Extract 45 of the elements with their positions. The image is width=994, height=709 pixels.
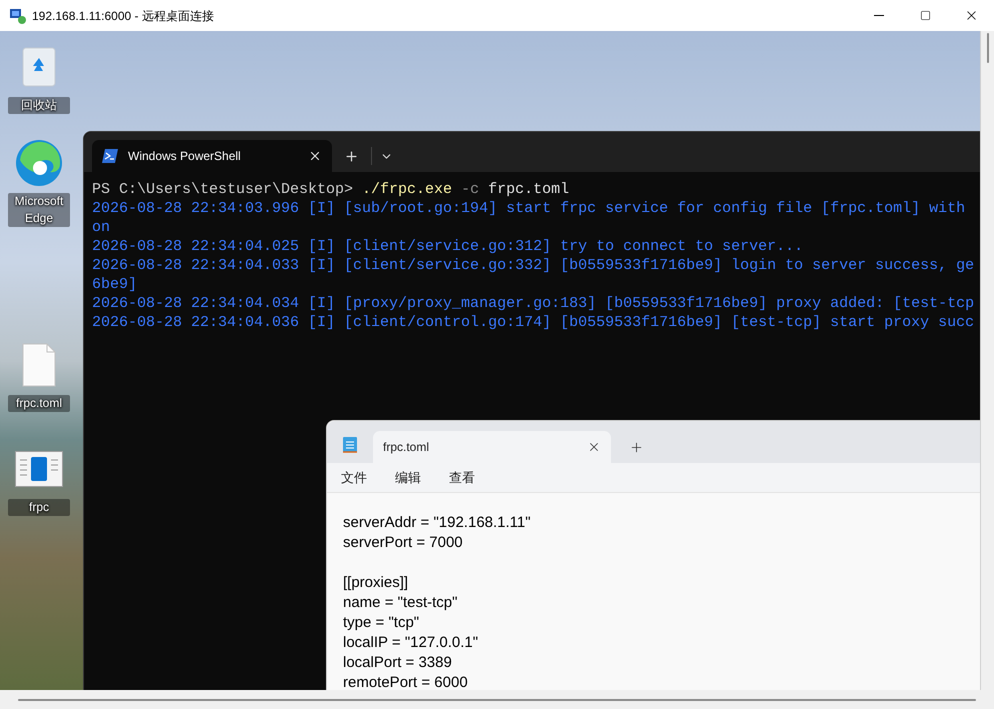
recycle-bin-icon bbox=[21, 46, 57, 88]
log-line: 6be9] bbox=[92, 275, 138, 294]
log-line: 2026-08-28 22:34:04.033 [I] [client/service.go:332] [b0559533f1716be9] login to server success, ge bbox=[92, 256, 974, 275]
desktop-icon-label[interactable]: frpc.toml bbox=[8, 395, 70, 412]
browser-icon bbox=[14, 138, 64, 188]
editor-line: name = "test-tcp" bbox=[343, 593, 458, 613]
remote-desktop-icon bbox=[10, 8, 26, 24]
new-tab-icon[interactable] bbox=[344, 148, 359, 164]
desktop-icon-label[interactable]: 回收站 bbox=[8, 97, 70, 114]
log-line: 2026-08-28 22:34:04.036 [I] [client/control.go:174] [b0559533f1716be9] [test-tcp] start proxy succ bbox=[92, 313, 974, 332]
log-line: 2026-08-28 22:34:04.025 [I] [client/service.go:312] try to connect to server... bbox=[92, 237, 804, 256]
log-line: 2026-08-28 22:34:03.996 [I] [sub/root.go:194] start frpc service for config file [frpc.toml] with bbox=[92, 199, 966, 218]
file-icon bbox=[22, 343, 56, 387]
powershell-icon bbox=[102, 149, 118, 163]
app-window-icon bbox=[15, 451, 63, 487]
close-tab-icon[interactable] bbox=[587, 440, 601, 454]
editor-line: [[proxies]] bbox=[343, 573, 408, 593]
terminal-tab[interactable]: Windows PowerShell bbox=[92, 140, 332, 172]
editor-line: type = "tcp" bbox=[343, 613, 420, 633]
command-text: -c bbox=[460, 181, 480, 198]
editor-line: remotePort = 6000 bbox=[343, 673, 468, 690]
menu-item[interactable]: 编辑 bbox=[387, 468, 429, 488]
tab-title: Windows PowerShell bbox=[128, 148, 241, 165]
desktop-icon-label[interactable]: Microsoft Edge bbox=[8, 193, 70, 227]
editor-line: localPort = 3389 bbox=[343, 653, 452, 673]
maximize-icon bbox=[920, 10, 930, 21]
log-line: 2026-08-28 22:34:04.034 [I] [proxy/proxy_manager.go:183] [b0559533f1716be9] proxy added: [test-tcp bbox=[92, 294, 974, 313]
log-line: on bbox=[92, 218, 110, 237]
menu-item[interactable]: 文件 bbox=[333, 468, 375, 488]
notepad-icon bbox=[343, 435, 357, 453]
command-text: PS C:\Users\testuser\Desktop> bbox=[92, 181, 354, 198]
desktop-icon-label[interactable]: frpc bbox=[8, 499, 70, 516]
text-editor[interactable]: serverAddr = "192.168.1.11" serverPort = 7000 [[proxies]] name = "test-tcp" type = "tcp" localIP = "127.0.0.1" localPort = 3389 remotePort = 6000 bbox=[327, 493, 980, 690]
window-title: 192.168.1.11:6000 - 远程桌面连接 bbox=[32, 8, 214, 24]
editor-line: serverAddr = "192.168.1.11" bbox=[343, 513, 531, 533]
minimize-icon bbox=[874, 15, 884, 16]
command-text: frpc.toml bbox=[487, 181, 570, 198]
editor-line: serverPort = 7000 bbox=[343, 533, 463, 553]
tab-title: frpc.toml bbox=[383, 439, 430, 456]
new-tab-icon[interactable] bbox=[629, 440, 644, 455]
menu-item[interactable]: 查看 bbox=[441, 468, 483, 488]
notepad-tab[interactable]: frpc.toml bbox=[373, 431, 611, 463]
close-tab-icon[interactable] bbox=[308, 149, 322, 163]
editor-line: localIP = "127.0.0.1" bbox=[343, 633, 478, 653]
command-text: ./frpc.exe bbox=[362, 181, 452, 198]
